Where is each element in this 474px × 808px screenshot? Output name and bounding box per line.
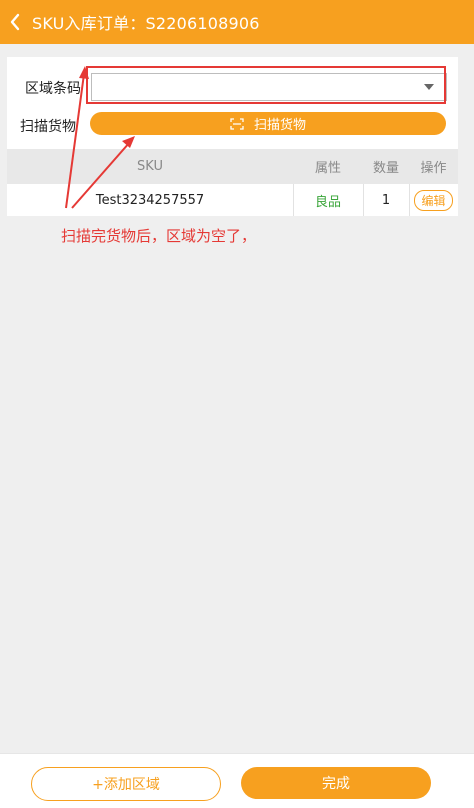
chevron-down-icon [424, 84, 434, 90]
page-title: SKU入库订单：S2206108906 [32, 14, 260, 33]
header-action: 操作 [420, 161, 447, 176]
scan-goods-label: 扫描货物 [20, 119, 76, 135]
add-area-button[interactable]: +添加区域 [31, 767, 221, 801]
edit-button[interactable]: 编辑 [414, 189, 453, 211]
row-sku: Test3234257557 [95, 192, 205, 208]
row-attribute: 良品 [314, 194, 341, 210]
chevron-left-icon [10, 13, 20, 31]
back-button[interactable] [2, 0, 28, 44]
area-barcode-select[interactable] [91, 73, 447, 101]
table-row: Test3234257557 良品 1 编辑 [7, 184, 458, 216]
form-card: 区域条码 扫描货物 扫描货物 SKU 属性 数量 操作 Test32342575… [7, 57, 458, 216]
scan-goods-button[interactable]: 扫描货物 [90, 112, 446, 135]
header-attribute: 属性 [314, 161, 341, 176]
annotation-text: 扫描完货物后，区域为空了， [61, 227, 257, 245]
scan-icon [230, 117, 244, 130]
area-barcode-label: 区域条码 [25, 81, 81, 97]
header-sku: SKU [137, 159, 163, 174]
header-quantity: 数量 [372, 161, 399, 176]
done-button[interactable]: 完成 [241, 767, 431, 799]
scan-goods-button-label: 扫描货物 [253, 118, 306, 133]
table-header: SKU 属性 数量 操作 [7, 149, 458, 184]
row-quantity: 1 [381, 192, 391, 208]
row-action-cell: 编辑 [409, 184, 458, 216]
app-header: SKU入库订单：S2206108906 [0, 0, 474, 44]
footer-bar: +添加区域 完成 [0, 753, 474, 808]
